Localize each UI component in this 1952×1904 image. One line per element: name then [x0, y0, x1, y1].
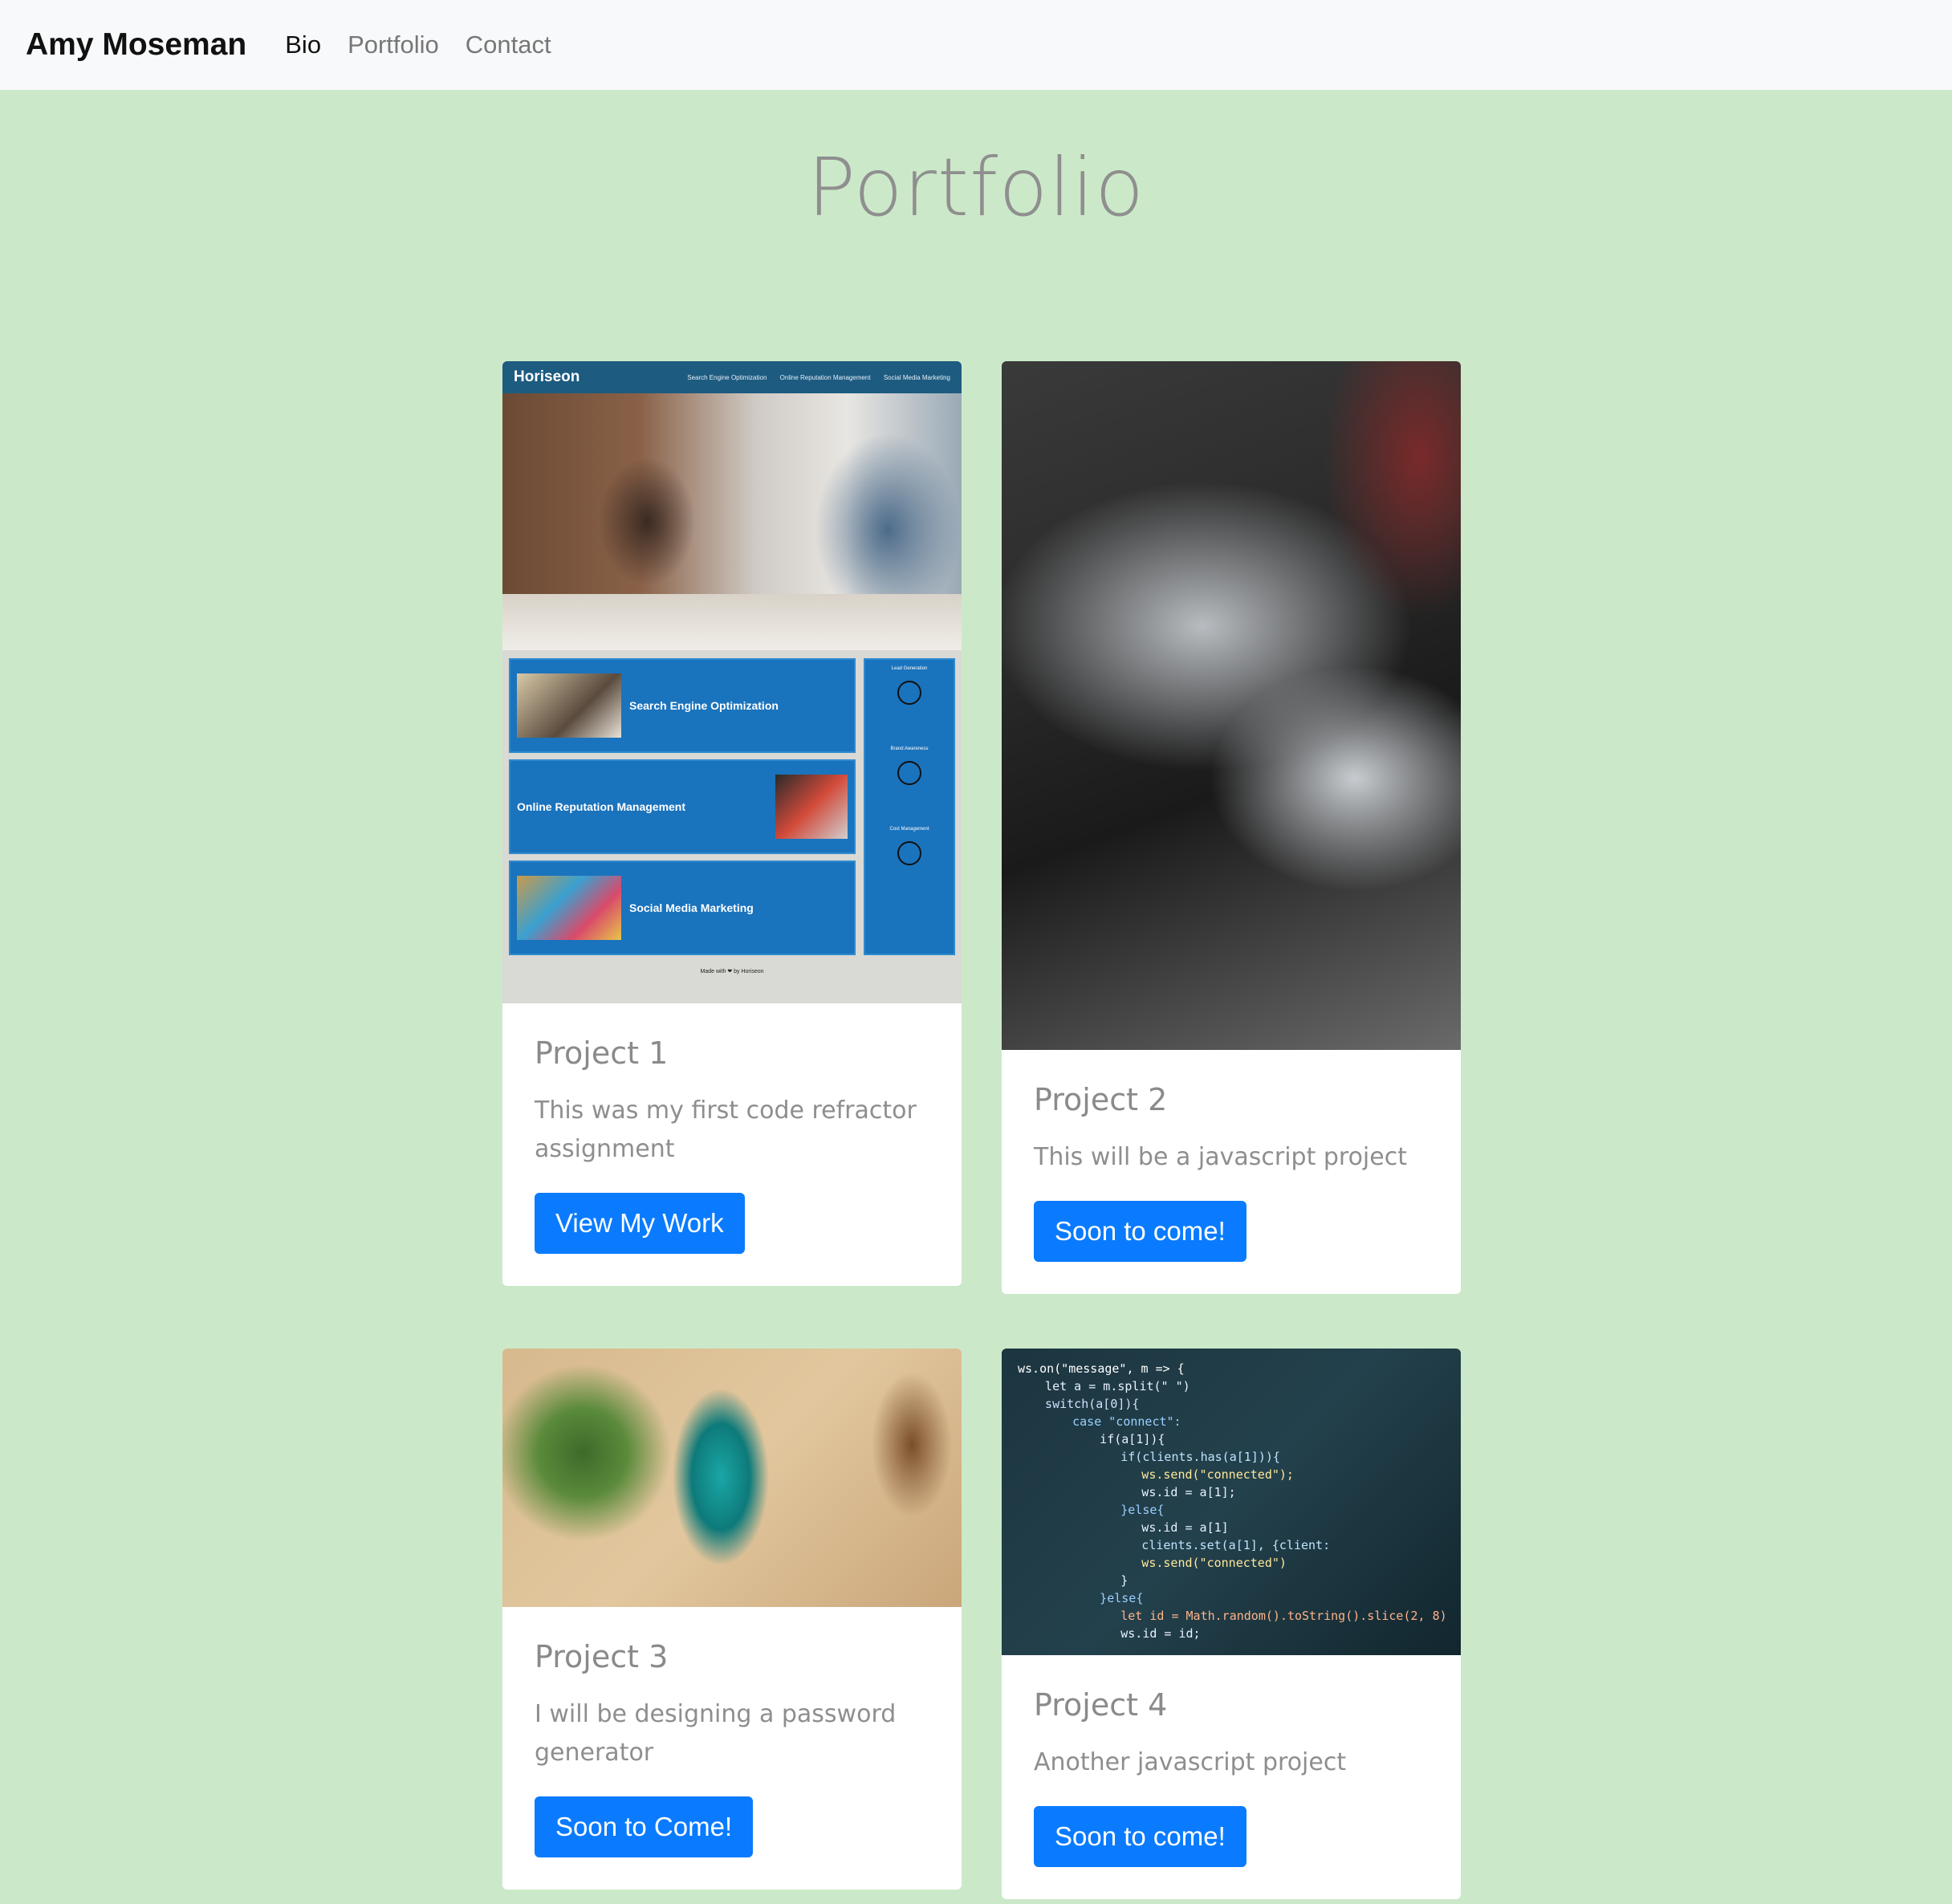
site-section-title: Social Media Marketing [629, 901, 754, 914]
site-nav-item: Online Reputation Management [779, 373, 871, 381]
project-card-3: Project 3 I will be designing a password… [502, 1349, 962, 1890]
code-line: case "connect": [1043, 1414, 1181, 1429]
card-text: I will be designing a password generator [535, 1700, 897, 1767]
code-line: ws.on("message", m => { [1018, 1361, 1185, 1376]
card-title: Project 1 [535, 1035, 669, 1071]
site-section-title: Search Engine Optimization [629, 699, 779, 712]
site-aside-title: Cost Management [889, 827, 929, 832]
code-line: switch(a[0]){ [1031, 1397, 1140, 1411]
site-section: Social Media Marketing [509, 860, 856, 955]
soon-to-come-button[interactable]: Soon to come! [1034, 1201, 1246, 1262]
card-body: Project 2 This will be a javascript proj… [1002, 1050, 1461, 1294]
code-line: if(clients.has(a[1])){ [1063, 1450, 1280, 1464]
broadcast-icon [897, 761, 921, 785]
code-line: clients.set(a[1], {client: [1069, 1538, 1331, 1552]
site-nav-item: Social Media Marketing [883, 373, 950, 381]
project-2-image [1002, 361, 1461, 1050]
site-nav: Search Engine Optimization Online Reputa… [676, 374, 950, 381]
card-title: Project 3 [535, 1639, 669, 1674]
site-sections: Search Engine Optimization Online Reputa… [509, 658, 856, 955]
nav-link-portfolio[interactable]: Portfolio [348, 31, 439, 59]
project-card-1: Horiseon Search Engine Optimization Onli… [502, 361, 962, 1286]
site-section-title: Online Reputation Management [517, 800, 686, 813]
card-body: Project 1 This was my first code refract… [502, 1003, 962, 1286]
code-line: let id = Math.random().toString().slice(… [1063, 1609, 1447, 1623]
navbar: Amy Moseman Bio Portfolio Contact [0, 0, 1952, 90]
code-line: let a = m.split(" ") [1031, 1379, 1190, 1393]
site-hero-photo [502, 393, 962, 650]
code-line: }else{ [1056, 1591, 1144, 1605]
page-title: Portfolio [807, 140, 1145, 234]
card-body: Project 4 Another javascript project Soo… [1002, 1655, 1461, 1899]
site-hero-table [502, 594, 962, 650]
code-line: ws.id = id; [1063, 1626, 1201, 1641]
card-body: Project 3 I will be designing a password… [502, 1607, 962, 1890]
project-3-image [502, 1349, 962, 1607]
soon-to-come-button[interactable]: Soon to Come! [535, 1796, 754, 1857]
site-aside-title: Brand Awareness [890, 747, 929, 751]
site-footer: Made with ❤ by Horiseon [700, 969, 764, 974]
site-nav-item: Search Engine Optimization [687, 373, 767, 381]
card-title: Project 2 [1034, 1082, 1168, 1117]
project-4-image: ws.on("message", m => { let a = m.split(… [1002, 1349, 1461, 1655]
site-section-thumb [775, 775, 848, 839]
soon-to-come-button[interactable]: Soon to come! [1034, 1806, 1246, 1867]
site-section-thumb [517, 876, 621, 940]
coins-icon [897, 841, 921, 865]
project-card-4: ws.on("message", m => { let a = m.split(… [1002, 1349, 1461, 1899]
code-line: ws.id = a[1]; [1069, 1485, 1236, 1499]
code-line: if(a[1]){ [1056, 1432, 1165, 1446]
code-line: }else{ [1063, 1503, 1165, 1517]
project-1-image: Horiseon Search Engine Optimization Onli… [502, 361, 962, 1003]
site-section: Search Engine Optimization [509, 658, 856, 753]
view-my-work-button[interactable]: View My Work [535, 1193, 745, 1254]
lightbulb-icon [897, 681, 921, 705]
site-section: Online Reputation Management [509, 759, 856, 854]
code-line: ws.send("connected") [1069, 1556, 1287, 1570]
brand-link[interactable]: Amy Moseman [26, 27, 246, 63]
code-line: ws.send("connected"); [1069, 1467, 1294, 1482]
site-aside: Lead Generation Brand Awareness Cost Man… [864, 658, 955, 955]
project-card-2: Project 2 This will be a javascript proj… [1002, 361, 1461, 1294]
site-main: Search Engine Optimization Online Reputa… [502, 650, 962, 963]
site-logo: Horiseon [514, 368, 580, 385]
site-header: Horiseon Search Engine Optimization Onli… [502, 361, 962, 393]
nav-link-contact[interactable]: Contact [466, 31, 551, 59]
code-line: } [1063, 1573, 1128, 1588]
card-text: Another javascript project [1034, 1748, 1347, 1776]
card-text: This was my first code refractor assignm… [535, 1096, 917, 1163]
code-line: ws.id = a[1] [1069, 1520, 1229, 1535]
card-title: Project 4 [1034, 1687, 1168, 1723]
card-text: This will be a javascript project [1034, 1143, 1407, 1171]
nav-link-bio[interactable]: Bio [285, 31, 321, 59]
site-section-thumb [517, 673, 621, 738]
site-aside-title: Lead Generation [891, 666, 928, 671]
